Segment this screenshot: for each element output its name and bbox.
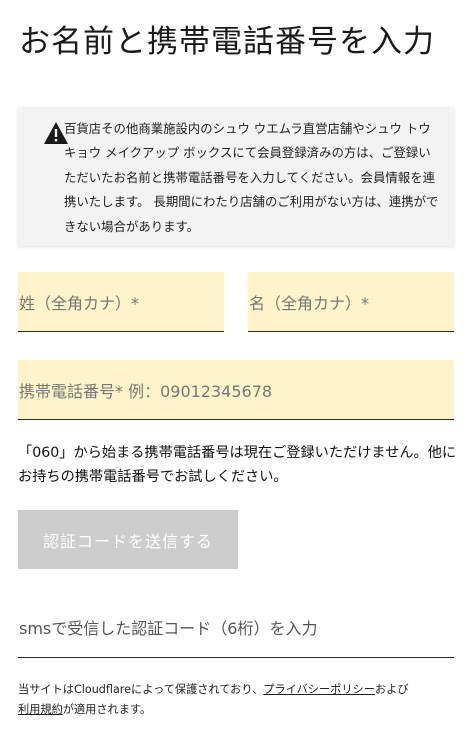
- phone-input[interactable]: 携帯電話番号* 例：09012345678: [18, 360, 454, 420]
- warning-icon: [44, 122, 68, 144]
- first-name-placeholder: 名（全角カナ）*: [249, 293, 370, 313]
- terms-of-service-link[interactable]: 利用規約: [18, 703, 63, 716]
- verification-code-input[interactable]: smsで受信した認証コード（6桁）を入力: [18, 596, 454, 658]
- phone-placeholder: 携帯電話番号* 例：09012345678: [19, 381, 273, 401]
- footer-text-after: が適用されます。: [62, 703, 152, 716]
- last-name-placeholder: 姓（全角カナ）*: [19, 293, 140, 313]
- page-title: お名前と携帯電話番号を入力: [19, 24, 435, 60]
- last-name-input[interactable]: 姓（全角カナ）*: [18, 272, 224, 332]
- privacy-policy-link[interactable]: プライバシーポリシー: [263, 683, 375, 696]
- notice-text: 百貨店その他商業施設内のシュウ ウエムラ直営店舗やシュウ トウキョウ メイクアッ…: [64, 121, 439, 234]
- phone-warning-text: 「060」から始まる携帯電話番号は現在ご登録いただけません。他にお持ちの携帯電話…: [18, 445, 457, 485]
- footer-text-before: 当サイトはCloudflareによって保護されており、: [18, 683, 264, 696]
- notice-box: 百貨店その他商業施設内のシュウ ウエムラ直営店舗やシュウ トウキョウ メイクアッ…: [18, 107, 454, 246]
- footer-notice: 当サイトはCloudflareによって保護されており、プライバシーポリシーおよび…: [18, 680, 458, 720]
- send-code-button[interactable]: 認証コードを送信する: [18, 510, 238, 569]
- footer-text-middle: および: [374, 683, 409, 696]
- first-name-input[interactable]: 名（全角カナ）*: [248, 272, 454, 332]
- verification-code-placeholder: smsで受信した認証コード（6桁）を入力: [19, 618, 318, 638]
